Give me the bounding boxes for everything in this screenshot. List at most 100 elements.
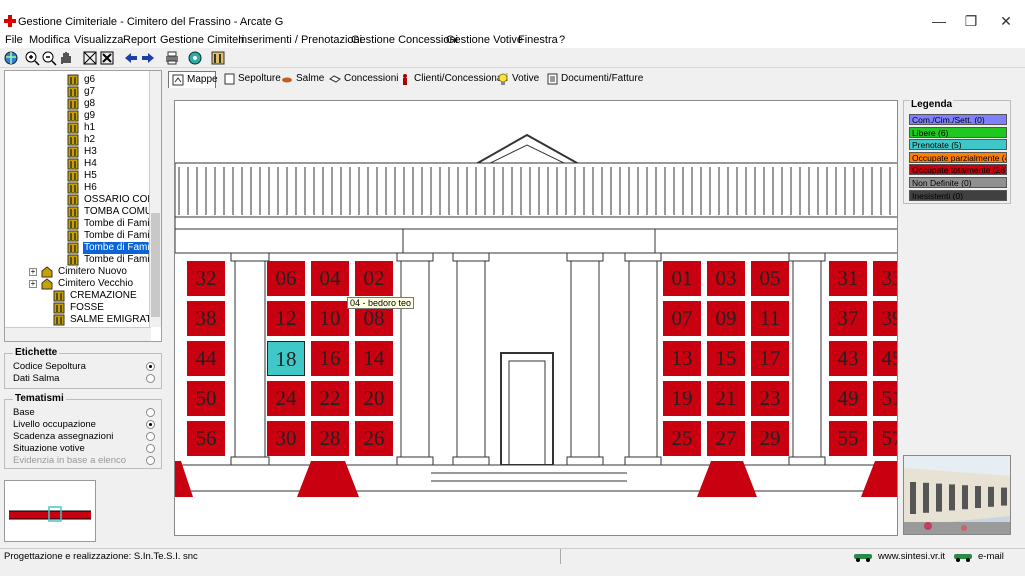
tematismi-option-base: Base bbox=[13, 407, 35, 418]
niche-cell[interactable]: 56 bbox=[187, 421, 225, 456]
niche-cell[interactable]: 25 bbox=[663, 421, 701, 456]
etichette-option-codice: Codice Sepoltura bbox=[13, 361, 86, 372]
niche-cell[interactable]: 16 bbox=[311, 341, 349, 376]
tree-horizontal-scrollbar[interactable] bbox=[5, 327, 151, 341]
menu-visualizza[interactable]: Visualizza bbox=[74, 34, 123, 46]
niche-cell[interactable]: 15 bbox=[707, 341, 745, 376]
print-icon[interactable] bbox=[164, 50, 180, 66]
zoom-in-icon[interactable] bbox=[24, 50, 40, 66]
niche-cell[interactable]: 09 bbox=[707, 301, 745, 336]
niche-cell[interactable]: 12 bbox=[267, 301, 305, 336]
etichette-radio-codice[interactable] bbox=[146, 362, 155, 371]
niche-cell[interactable]: 03 bbox=[707, 261, 745, 296]
niche-cell[interactable]: 05 bbox=[751, 261, 789, 296]
extents-icon[interactable] bbox=[99, 50, 115, 66]
map-canvas[interactable]: 32 38 44 50 56 06 04 02 12 10 08 18 16 14 24 22 20 30 28 26… bbox=[174, 100, 898, 536]
tematismi-radio-scadenza[interactable] bbox=[146, 432, 155, 441]
hand-icon[interactable] bbox=[58, 50, 74, 66]
minimize-button[interactable]: — bbox=[932, 14, 946, 28]
overview-minimap[interactable] bbox=[4, 480, 96, 542]
niche-cell[interactable]: 45 bbox=[873, 341, 897, 376]
tomb-icon bbox=[67, 98, 79, 110]
website-link[interactable]: www.sintesi.vr.it bbox=[878, 551, 945, 562]
etichette-radio-dati[interactable] bbox=[146, 374, 155, 383]
niche-cell[interactable]: 57 bbox=[873, 421, 897, 456]
niche-cell[interactable]: 04 bbox=[311, 261, 349, 296]
expand-icon[interactable]: + bbox=[29, 268, 37, 276]
restore-button[interactable]: ❐ bbox=[964, 14, 978, 28]
tab-salme[interactable]: Salme bbox=[278, 71, 324, 88]
arrow-left-icon[interactable] bbox=[123, 50, 139, 66]
niche-cell[interactable]: 18 bbox=[267, 341, 305, 376]
niche-cell[interactable]: 29 bbox=[751, 421, 789, 456]
niche-cell[interactable]: 55 bbox=[829, 421, 867, 456]
niche-cell[interactable]: 11 bbox=[751, 301, 789, 336]
close-button[interactable]: ✕ bbox=[999, 14, 1013, 28]
niche-cell[interactable]: 02 bbox=[355, 261, 393, 296]
niche-cell[interactable]: 10 bbox=[311, 301, 349, 336]
tab-documenti[interactable]: Documenti/Fatture bbox=[543, 71, 643, 88]
menu-gestione-votive[interactable]: Gestione Votive bbox=[446, 34, 523, 46]
niche-cell[interactable]: 32 bbox=[187, 261, 225, 296]
tab-clienti[interactable]: Clienti/Concessionari bbox=[396, 71, 508, 88]
cemetery-photo[interactable] bbox=[903, 455, 1011, 535]
menu-help[interactable]: ? bbox=[559, 34, 565, 46]
niche-cell[interactable]: 39 bbox=[873, 301, 897, 336]
niche-cell[interactable]: 30 bbox=[267, 421, 305, 456]
fit-icon[interactable] bbox=[82, 50, 98, 66]
niche-cell[interactable]: 44 bbox=[187, 341, 225, 376]
niche-cell[interactable]: 27 bbox=[707, 421, 745, 456]
tab-votive[interactable]: Votive bbox=[494, 71, 539, 88]
niche-cell[interactable]: 20 bbox=[355, 381, 393, 416]
tematismi-radio-votive[interactable] bbox=[146, 444, 155, 453]
niche-cell[interactable]: 19 bbox=[663, 381, 701, 416]
niche-cell[interactable]: 23 bbox=[751, 381, 789, 416]
settings-icon[interactable] bbox=[187, 50, 203, 66]
tematismi-radio-livello[interactable] bbox=[146, 420, 155, 429]
niche-cell[interactable]: 21 bbox=[707, 381, 745, 416]
email-link[interactable]: e-mail bbox=[978, 551, 1004, 562]
niche-cell[interactable]: 22 bbox=[311, 381, 349, 416]
tematismi-radio-base[interactable] bbox=[146, 408, 155, 417]
tree-vertical-scrollbar[interactable] bbox=[149, 71, 161, 327]
niche-cell[interactable]: 49 bbox=[829, 381, 867, 416]
niche-cell[interactable]: 28 bbox=[311, 421, 349, 456]
tab-documenti-label: Documenti/Fatture bbox=[561, 73, 644, 84]
niche-cell[interactable]: 07 bbox=[663, 301, 701, 336]
niche-cell[interactable]: 24 bbox=[267, 381, 305, 416]
niche-cell[interactable]: 37 bbox=[829, 301, 867, 336]
tab-mappe[interactable]: Mappe bbox=[168, 71, 218, 88]
title-bar: Gestione Cimiteriale - Cimitero del Fras… bbox=[0, 0, 1025, 32]
niche-cell[interactable]: 51 bbox=[873, 381, 897, 416]
tematismi-title: Tematismi bbox=[13, 393, 66, 404]
niche-cell[interactable]: 17 bbox=[751, 341, 789, 376]
tematismi-radio-elenco[interactable] bbox=[146, 456, 155, 465]
niche-cell[interactable]: 06 bbox=[267, 261, 305, 296]
tab-concessioni[interactable]: Concessioni bbox=[326, 71, 398, 88]
menu-inserimenti[interactable]: Inserimenti / Prenotazioni bbox=[238, 34, 362, 46]
arrow-right-icon[interactable] bbox=[140, 50, 156, 66]
cemetery-tree[interactable]: g6 g7 g8 g9 h1 h2 H3 H4 H5 H6 OSSARIO COMUN TOMBA C… bbox=[4, 70, 162, 342]
niche-cell[interactable]: 01 bbox=[663, 261, 701, 296]
niche-cell[interactable]: 26 bbox=[355, 421, 393, 456]
handshake-icon bbox=[329, 75, 341, 83]
tools-icon[interactable] bbox=[210, 50, 226, 66]
tab-sepolture[interactable]: Sepolture bbox=[220, 71, 281, 88]
niche-cell[interactable]: 50 bbox=[187, 381, 225, 416]
menu-gestione-concessioni[interactable]: Gestione Concessioni bbox=[351, 34, 458, 46]
niche-cell[interactable]: 14 bbox=[355, 341, 393, 376]
niche-cell[interactable]: 31 bbox=[829, 261, 867, 296]
menu-file[interactable]: File bbox=[5, 34, 23, 46]
menu-modifica[interactable]: Modifica bbox=[29, 34, 70, 46]
niche-cell[interactable]: 33 bbox=[873, 261, 897, 296]
niche-cell[interactable]: 38 bbox=[187, 301, 225, 336]
niche-cell[interactable]: 43 bbox=[829, 341, 867, 376]
menu-report[interactable]: Report bbox=[123, 34, 156, 46]
menu-gestione-cimiteri[interactable]: Gestione Cimiteri bbox=[160, 34, 244, 46]
scroll-thumb[interactable] bbox=[151, 213, 160, 317]
menu-finestra[interactable]: Finestra bbox=[518, 34, 558, 46]
zoom-out-icon[interactable] bbox=[41, 50, 57, 66]
niche-cell[interactable]: 13 bbox=[663, 341, 701, 376]
globe-icon[interactable] bbox=[3, 50, 19, 66]
expand-icon[interactable]: + bbox=[29, 280, 37, 288]
